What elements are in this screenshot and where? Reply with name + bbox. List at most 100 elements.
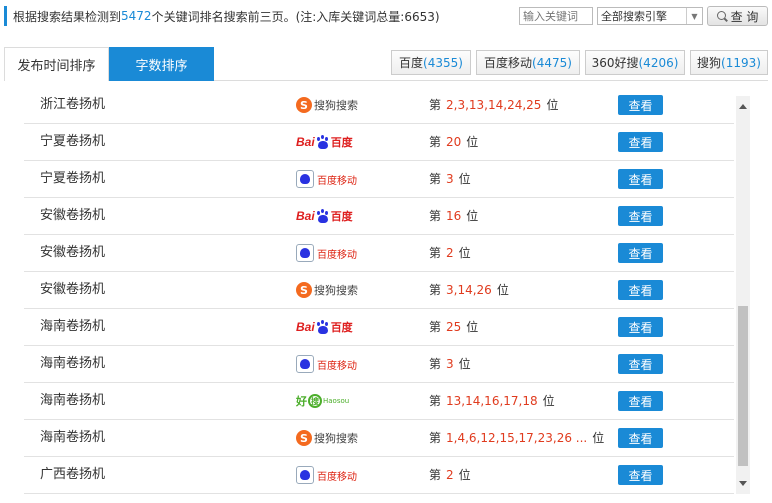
haosou-logo: 好搜 Haosou xyxy=(296,390,358,412)
rank-positions: 16 xyxy=(446,209,462,223)
engine-tab-count: (4355) xyxy=(423,55,463,70)
view-button[interactable]: 查看 xyxy=(618,169,663,189)
keyword-cell: 海南卷扬机 xyxy=(40,430,106,445)
baidu-paw-icon xyxy=(316,320,330,334)
query-button-label: 查 询 xyxy=(730,9,759,24)
rank-suffix: 位 xyxy=(458,246,471,260)
result-summary: 根据搜索结果检测到 5472 个关键词排名搜索前三页。(注:入库关键词总量:6653… xyxy=(4,6,440,26)
view-button[interactable]: 查看 xyxy=(618,280,663,300)
baidu-logo-bai: Bai xyxy=(296,320,315,334)
rank-prefix: 第 xyxy=(429,283,442,297)
haosou-icon: 搜 xyxy=(308,394,322,408)
engine-select[interactable]: 全部搜索引擎 ▼ xyxy=(597,7,703,25)
rank-cell: 第2位 xyxy=(429,235,471,271)
view-button[interactable]: 查看 xyxy=(618,206,663,226)
scroll-up-arrow-icon[interactable] xyxy=(739,104,747,109)
rank-positions: 1,4,6,12,15,17,23,26 ... xyxy=(446,431,588,445)
view-button[interactable]: 查看 xyxy=(618,132,663,152)
rank-prefix: 第 xyxy=(429,246,442,260)
query-button[interactable]: 查 询 xyxy=(707,6,768,26)
tab-publish-time[interactable]: 发布时间排序 xyxy=(4,47,109,81)
sogou-logo-text: 搜狗搜索 xyxy=(314,432,358,445)
table-row: 海南卷扬机 Bai 百度 第 25 位 查看 xyxy=(24,309,734,346)
baidu-logo-du: 百度 xyxy=(330,210,353,223)
baidu-mobile-logo-text: 百度移动 xyxy=(317,471,357,483)
table-row: 海南卷扬机 S 搜狗搜索 第 1,4,6,12,15,17,23,26 ... 位查看 xyxy=(24,420,734,457)
view-button[interactable]: 查看 xyxy=(618,243,663,263)
baidu-logo: Bai 百度 xyxy=(296,131,358,153)
keyword-count: 5472 xyxy=(121,9,152,23)
rank-prefix: 第 xyxy=(429,135,442,149)
keyword-cell: 安徽卷扬机 xyxy=(40,282,106,297)
sogou-logo-text: 搜狗搜索 xyxy=(314,284,358,297)
rank-suffix: 位 xyxy=(466,135,479,149)
engine-tab-count: (1193) xyxy=(721,55,761,70)
ranking-list: 浙江卷扬机 S 搜狗搜索第 2,3,13,14,24,25 位查看 宁夏卷扬机 Bai 百度第… xyxy=(24,88,734,498)
scrollbar-thumb[interactable] xyxy=(738,306,748,466)
table-row: 浙江卷扬机 S 搜狗搜索 第 2,3,13,14,24,25 位 查看 xyxy=(24,88,734,124)
rank-positions: 20 xyxy=(446,135,462,149)
baidu-logo: Bai 百度 xyxy=(296,316,358,338)
rank-cell: 第 13,14,16,17,18 位 xyxy=(429,383,555,419)
rank-positions: 2,3,13,14,24,25 xyxy=(446,98,542,112)
rank-suffix: 位 xyxy=(458,172,471,186)
rank-suffix: 位 xyxy=(592,431,605,445)
keyword-cell: 海南卷扬机 xyxy=(40,356,106,371)
baidu-mobile-icon xyxy=(296,244,314,262)
engine-tab-name: 360好搜 xyxy=(591,56,639,70)
baidu-mobile-logo-text: 百度移动 xyxy=(317,175,357,187)
rank-cell: 第 3,14,26 位 xyxy=(429,272,509,308)
table-row: 海南卷扬机 好搜 Haosou 第 13,14,16,17,18 位 查看 xyxy=(24,383,734,420)
rank-cell: 第3位 xyxy=(429,346,471,382)
view-button[interactable]: 查看 xyxy=(618,465,663,485)
baidu-mobile-logo: 百度移动 xyxy=(296,242,358,264)
scrollbar[interactable] xyxy=(736,96,750,494)
view-button[interactable]: 查看 xyxy=(618,95,663,115)
view-button[interactable]: 查看 xyxy=(618,354,663,374)
sogou-logo: S 搜狗搜索 xyxy=(296,279,358,301)
keyword-cell: 浙江卷扬机 xyxy=(40,97,106,112)
rank-cell: 第3位 xyxy=(429,161,471,197)
table-row: 宁夏卷扬机 百度移动 第 3 位 查看 xyxy=(24,161,734,198)
rank-prefix: 第 xyxy=(429,431,442,445)
keyword-cell: 海南卷扬机 xyxy=(40,393,106,408)
sogou-logo: S 搜狗搜索 xyxy=(296,94,358,116)
view-button[interactable]: 查看 xyxy=(618,428,663,448)
baidu-logo-bai: Bai xyxy=(296,135,315,149)
rank-prefix: 第 xyxy=(429,468,442,482)
baidu-logo-du: 百度 xyxy=(330,136,353,149)
rank-suffix: 位 xyxy=(546,98,559,112)
baidu-mobile-logo: 百度移动 xyxy=(296,464,358,486)
baidu-logo-bai: Bai xyxy=(296,209,315,223)
baidu-mobile-logo-text: 百度移动 xyxy=(317,249,357,261)
tab-word-count[interactable]: 字数排序 xyxy=(109,47,214,81)
rank-suffix: 位 xyxy=(542,394,555,408)
sogou-icon: S xyxy=(296,282,312,298)
baidu-logo-du: 百度 xyxy=(330,321,353,334)
keyword-cell: 安徽卷扬机 xyxy=(40,245,106,260)
view-button[interactable]: 查看 xyxy=(618,317,663,337)
view-button[interactable]: 查看 xyxy=(618,391,663,411)
engine-tab-360[interactable]: 360好搜 (4206) xyxy=(585,50,685,75)
engine-tab-sogou[interactable]: 搜狗 (1193) xyxy=(690,50,768,75)
rank-cell: 第 1,4,6,12,15,17,23,26 ... 位 xyxy=(429,420,604,456)
keyword-search-input[interactable] xyxy=(519,7,593,25)
rank-cell: 第2位 xyxy=(429,457,471,493)
scroll-down-arrow-icon[interactable] xyxy=(739,481,747,486)
keyword-cell: 安徽卷扬机 xyxy=(40,208,106,223)
table-row: 安徽卷扬机 百度移动 第 2 位 查看 xyxy=(24,235,734,272)
keyword-cell: 海南卷扬机 xyxy=(40,319,106,334)
engine-tab-baidu-mobile[interactable]: 百度移动 (4475) xyxy=(476,50,580,75)
engine-tab-baidu[interactable]: 百度 (4355) xyxy=(391,50,471,75)
table-row: 海南卷扬机 百度移动 第 3 位 查看 xyxy=(24,346,734,383)
sogou-icon: S xyxy=(296,430,312,446)
keyword-cell: 宁夏卷扬机 xyxy=(40,134,106,149)
rank-suffix: 位 xyxy=(458,468,471,482)
rank-cell: 第 16 位 xyxy=(429,198,478,234)
rank-positions: 25 xyxy=(446,320,462,334)
baidu-mobile-icon xyxy=(296,355,314,373)
chevron-down-icon[interactable]: ▼ xyxy=(686,8,702,24)
sogou-logo: S 搜狗搜索 xyxy=(296,427,358,449)
summary-suffix: 个关键词排名搜索前三页。(注:入库关键词总量:6653) xyxy=(151,9,440,24)
baidu-mobile-logo: 百度移动 xyxy=(296,353,358,375)
